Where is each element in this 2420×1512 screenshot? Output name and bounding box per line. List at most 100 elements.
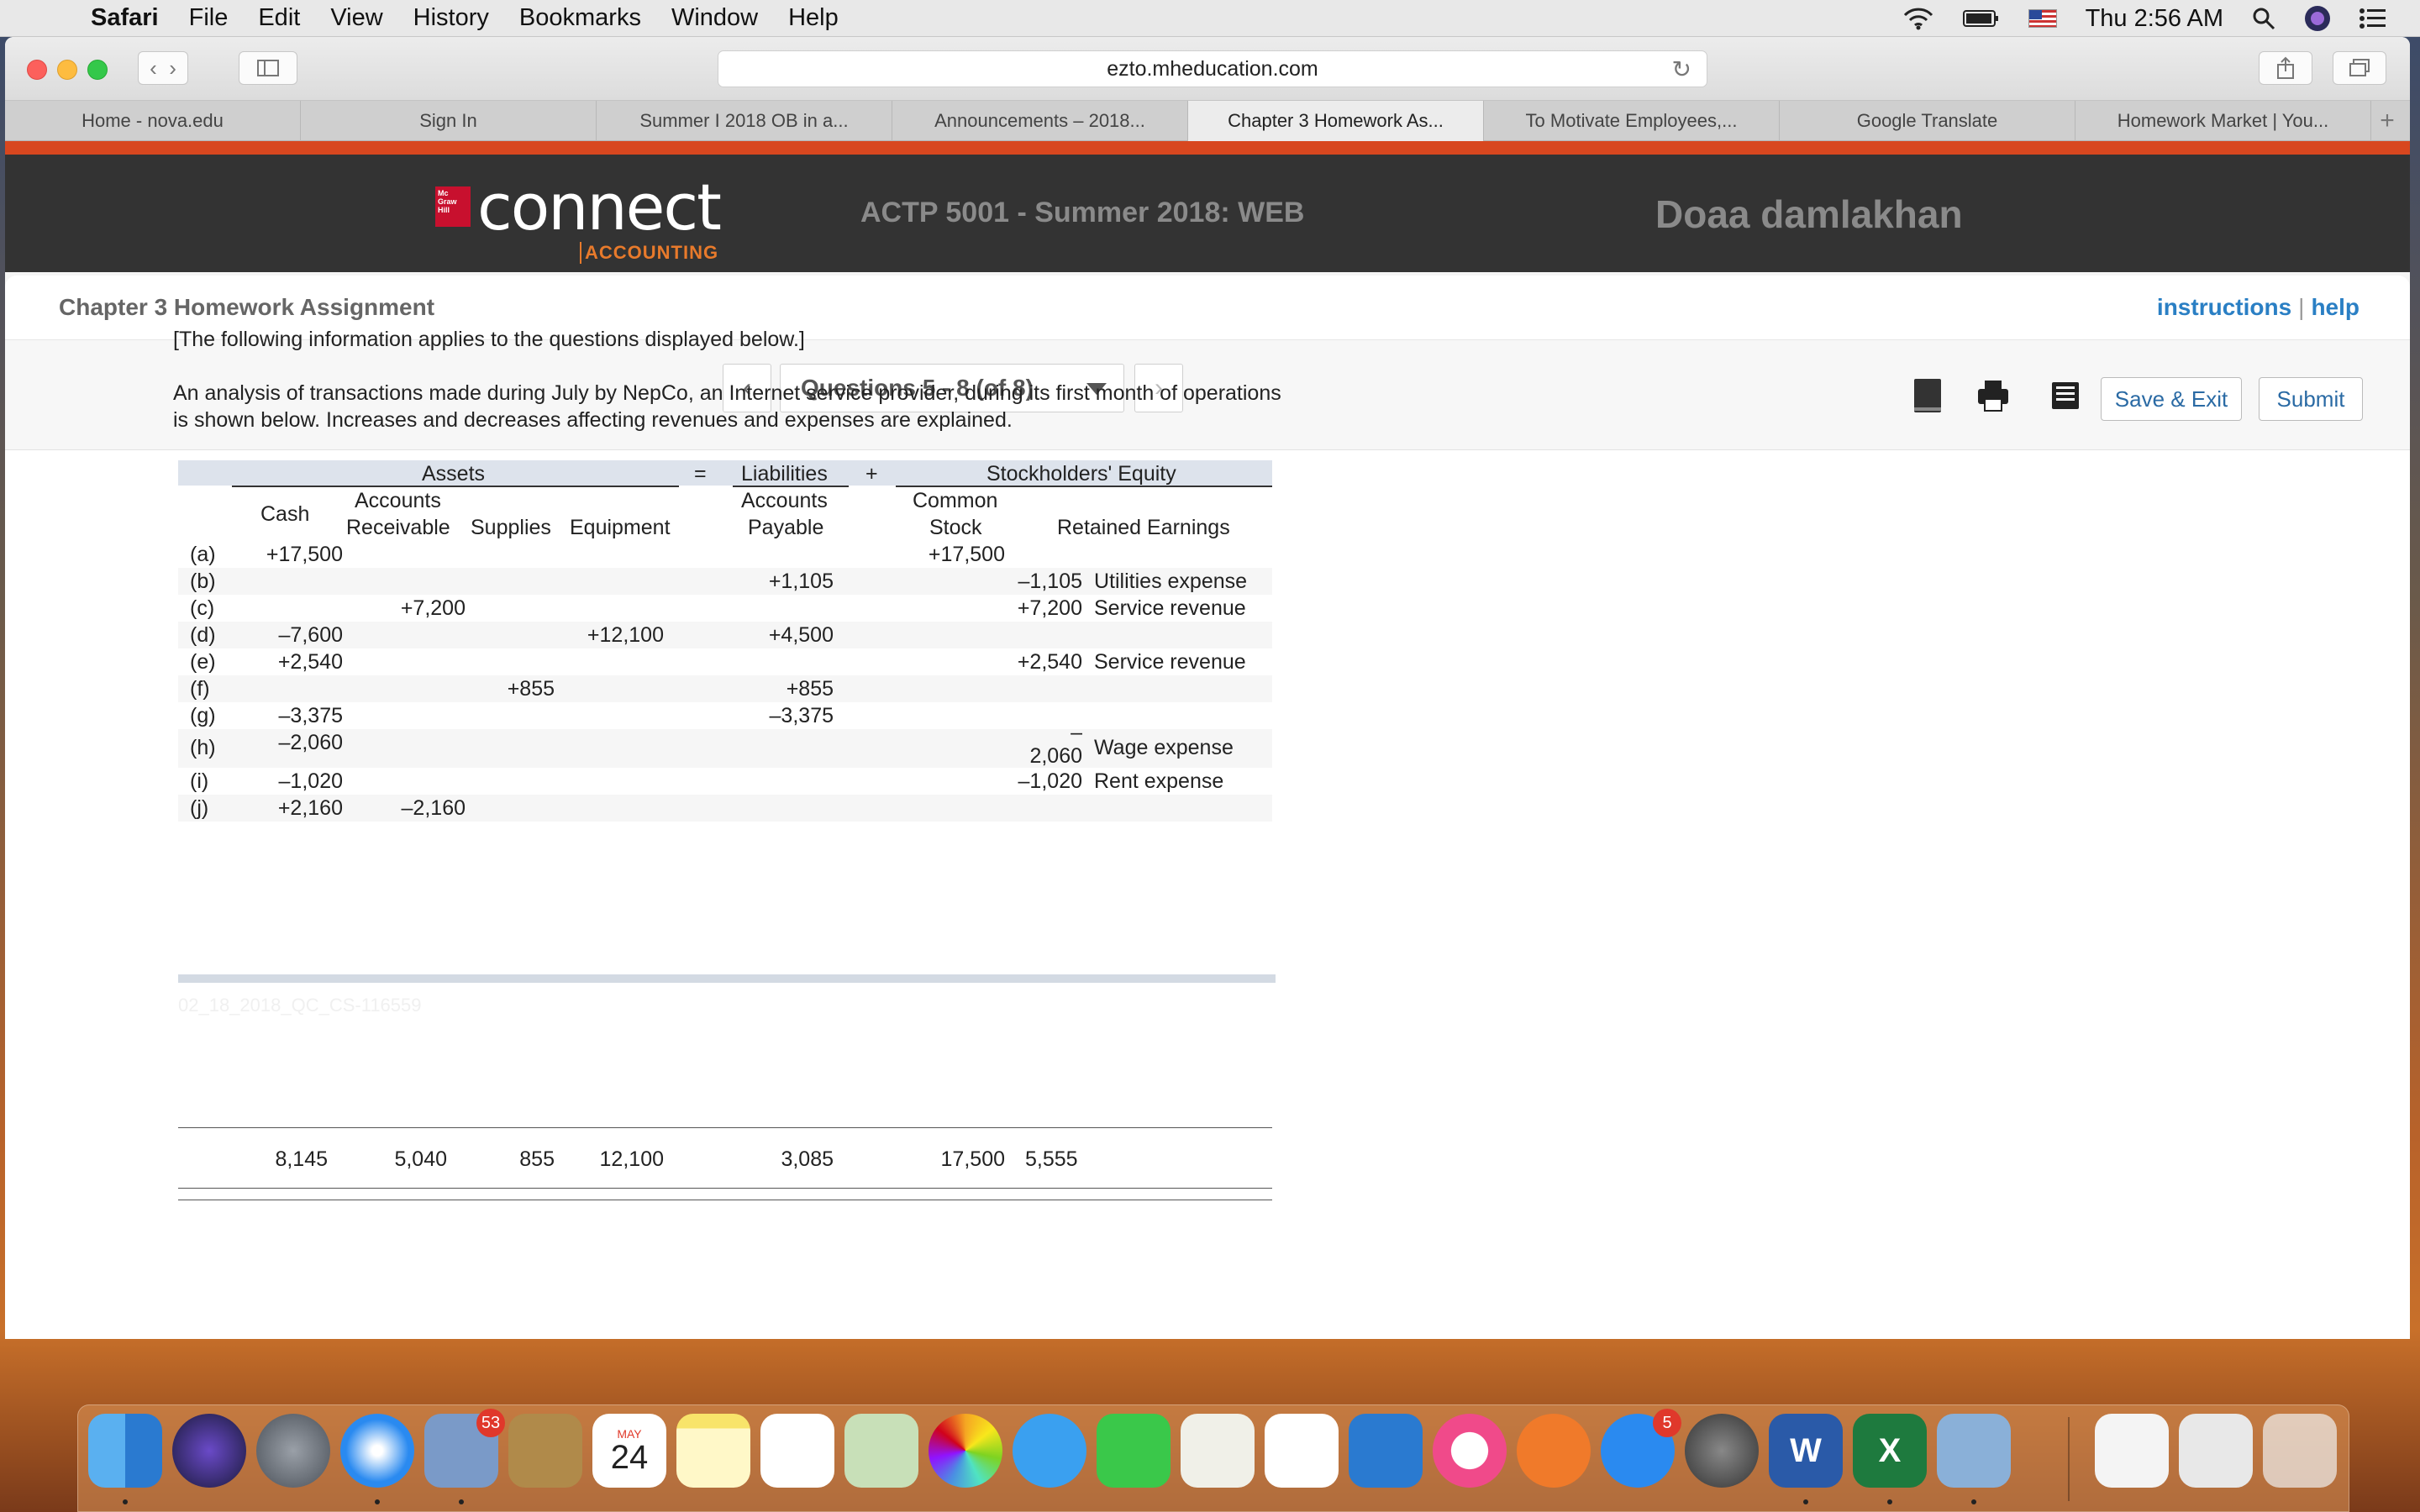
spotlight-search-icon[interactable] — [2252, 7, 2275, 30]
total-ar: 5,040 — [394, 1147, 447, 1171]
share-icon — [2277, 56, 2294, 79]
messages-icon[interactable] — [1013, 1414, 1086, 1488]
menu-app-safari[interactable]: Safari — [91, 4, 159, 32]
share-button[interactable] — [2259, 51, 2312, 85]
references-icon[interactable] — [2049, 377, 2082, 414]
facetime-icon[interactable] — [1097, 1414, 1171, 1488]
running-indicator — [375, 1499, 380, 1504]
new-tab-button[interactable]: + — [2371, 101, 2403, 141]
tab-chapter-3-homework[interactable]: Chapter 3 Homework As... — [1188, 101, 1484, 141]
running-indicator — [459, 1499, 464, 1504]
forward-icon[interactable]: › — [169, 55, 176, 81]
ibooks-icon[interactable] — [1517, 1414, 1591, 1488]
downloads-stack-icon[interactable] — [2179, 1414, 2253, 1488]
sidebar-icon — [257, 60, 279, 76]
menu-file[interactable]: File — [189, 4, 229, 32]
system-preferences-icon[interactable] — [1685, 1414, 1759, 1488]
microsoft-excel-icon[interactable]: X — [1853, 1414, 1927, 1488]
instructions-link[interactable]: instructions — [2157, 294, 2291, 320]
cell-cash: +2,540 — [277, 650, 343, 674]
row-label: (d) — [190, 623, 216, 647]
menu-clock[interactable]: Thu 2:56 AM — [2086, 5, 2223, 33]
siri-icon[interactable] — [2304, 5, 2331, 32]
safari-icon[interactable] — [340, 1414, 414, 1488]
tab-homework-market[interactable]: Homework Market | You... — [2075, 101, 2371, 141]
col-cs-line1: Common — [913, 489, 998, 512]
photos-icon[interactable] — [929, 1414, 1002, 1488]
mcgraw-hill-logo-icon: Mc Graw Hill — [435, 186, 471, 227]
submit-button[interactable]: Submit — [2259, 377, 2363, 421]
cell-ap: +855 — [786, 677, 834, 701]
pages-icon[interactable] — [1181, 1414, 1255, 1488]
trash-icon[interactable] — [2263, 1414, 2337, 1488]
reload-icon[interactable]: ↻ — [1672, 55, 1691, 83]
table-row — [178, 675, 1272, 702]
calendar-icon[interactable]: MAY 24 — [592, 1414, 666, 1488]
zoom-window-button[interactable] — [87, 60, 108, 80]
battery-icon[interactable] — [1962, 9, 2000, 28]
app-store-icon[interactable]: 5 — [1601, 1409, 1681, 1488]
cell-ap: +1,105 — [768, 570, 834, 593]
maps-icon[interactable] — [844, 1414, 918, 1488]
finder-icon[interactable] — [88, 1414, 162, 1488]
menu-view[interactable]: View — [330, 4, 382, 32]
help-link[interactable]: help — [2311, 294, 2360, 320]
microsoft-word-icon[interactable]: W — [1769, 1414, 1843, 1488]
menu-edit[interactable]: Edit — [258, 4, 300, 32]
menu-bookmarks[interactable]: Bookmarks — [519, 4, 641, 32]
row-label: (c) — [190, 596, 215, 620]
mail-icon[interactable]: 53 — [424, 1409, 505, 1488]
back-icon[interactable]: ‹ — [150, 55, 157, 81]
docx-file-icon[interactable] — [2095, 1414, 2169, 1488]
wifi-icon[interactable] — [1902, 7, 1934, 30]
print-icon[interactable] — [1976, 377, 2010, 414]
header-assets: Assets — [422, 462, 486, 486]
assets-underline — [232, 486, 679, 487]
page-top-strip — [5, 141, 2410, 155]
cell-re: –1,105 — [1018, 570, 1082, 593]
keynote-icon[interactable] — [1349, 1414, 1423, 1488]
connect-banner: Mc Graw Hill connect ACCOUNTING ACTP 5001 … — [5, 155, 2410, 272]
menu-window[interactable]: Window — [671, 4, 758, 32]
contacts-icon[interactable] — [508, 1414, 582, 1488]
itunes-icon[interactable] — [1433, 1414, 1507, 1488]
tab-google-translate[interactable]: Google Translate — [1780, 101, 2075, 141]
close-window-button[interactable] — [27, 60, 47, 80]
col-cs-line2: Stock — [929, 516, 982, 539]
numbers-icon[interactable] — [1265, 1414, 1339, 1488]
sidebar-toggle-button[interactable] — [239, 51, 297, 85]
save-and-exit-button[interactable]: Save & Exit — [2101, 377, 2242, 421]
launchpad-icon[interactable] — [256, 1414, 330, 1488]
cell-re: +7,200 — [1017, 596, 1082, 620]
header-stockholders-equity: Stockholders' Equity — [986, 462, 1176, 486]
cell-cash: –3,375 — [278, 704, 343, 727]
cell-re: +2,540 — [1017, 650, 1082, 674]
tab-sign-in[interactable]: Sign In — [301, 101, 597, 141]
preview-icon[interactable] — [1937, 1414, 2011, 1488]
tab-summer-ob[interactable]: Summer I 2018 OB in a... — [597, 101, 892, 141]
dock: 53 MAY 24 5 W X — [77, 1404, 2349, 1512]
url-text: ezto.mheducation.com — [1107, 56, 1318, 81]
course-title: ACTP 5001 - Summer 2018: WEB — [860, 197, 1305, 228]
cell-cash: –7,600 — [278, 623, 343, 647]
tab-announcements[interactable]: Announcements – 2018... — [892, 101, 1188, 141]
notes-icon[interactable] — [676, 1414, 750, 1488]
minimize-window-button[interactable] — [57, 60, 77, 80]
tab-motivate-employees[interactable]: To Motivate Employees,... — [1484, 101, 1780, 141]
cell-eqp: +12,100 — [587, 623, 664, 647]
total-cash: 8,145 — [275, 1147, 328, 1171]
row-label: (a) — [190, 543, 216, 566]
header-plus: + — [865, 462, 878, 486]
input-source-flag-icon[interactable] — [2028, 9, 2057, 28]
address-bar[interactable]: ezto.mheducation.com ↻ — [718, 50, 1707, 87]
menu-history[interactable]: History — [413, 4, 489, 32]
reminders-icon[interactable] — [760, 1414, 834, 1488]
notification-center-icon[interactable] — [2360, 8, 2386, 29]
menu-help[interactable]: Help — [788, 4, 839, 32]
ebook-icon[interactable] — [1911, 377, 1944, 414]
back-forward-buttons[interactable]: ‹ › — [138, 51, 188, 85]
siri-dock-icon[interactable] — [172, 1414, 246, 1488]
question-intro: [The following information applies to th… — [173, 328, 805, 351]
tab-home-nova[interactable]: Home - nova.edu — [5, 101, 301, 141]
tab-overview-button[interactable] — [2333, 51, 2386, 85]
